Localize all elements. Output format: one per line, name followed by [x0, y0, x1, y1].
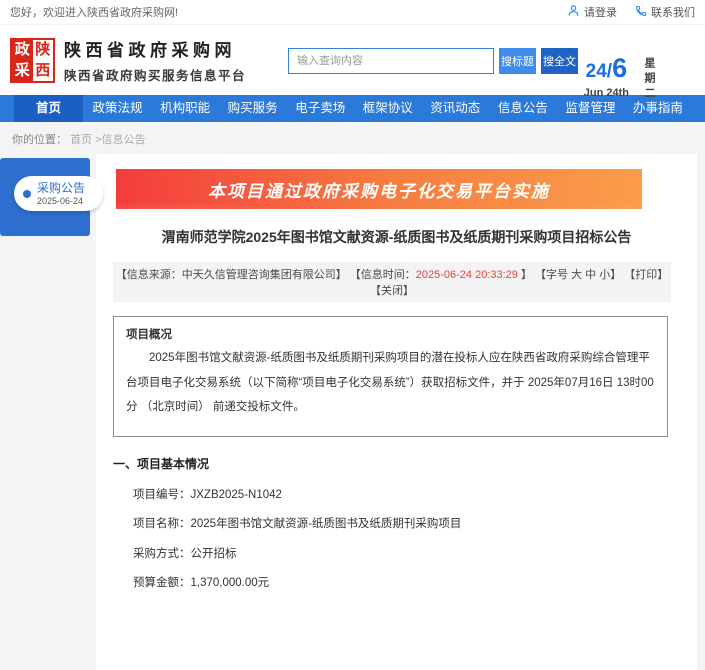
row-budget-amount: 预算金额：1,370,000.00元 — [133, 574, 697, 590]
date-month: 6 — [612, 53, 627, 83]
meta-source: 【信息来源：中天久信管理咨询集团有限公司】 — [116, 269, 347, 281]
sidebar-tag-title: 采购公告 — [37, 181, 85, 195]
main-content: 采购公告 2025-06-24 本项目通过政府采购电子化交易平台实施 渭南师范学… — [0, 154, 705, 670]
welcome-text: 您好，欢迎进入陕西省政府采购网! — [10, 4, 178, 20]
platform-banner: 本项目通过政府采购电子化交易平台实施 — [116, 169, 642, 209]
section-heading-basic-info: 一、项目基本情况 — [113, 455, 697, 472]
breadcrumb-prefix: 你的位置： — [12, 134, 67, 146]
logo-char-bl: 采 — [12, 60, 33, 81]
overview-body: 2025年图书馆文献资源-纸质图书及纸质期刊采购项目的潜在投标人应在陕西省政府采… — [126, 346, 655, 420]
row-value: 1,370,000.00元 — [191, 577, 270, 589]
search-title-button[interactable]: 搜标题 — [499, 48, 536, 74]
date-day-month: 24/6 — [584, 55, 629, 82]
login-link[interactable]: 请登录 — [567, 4, 617, 20]
sidebar-item-procurement-notice[interactable]: 采购公告 2025-06-24 — [14, 176, 103, 211]
site-subtitle: 陕西省政府购买服务信息平台 — [64, 65, 246, 84]
meta-time-value: 2025-06-24 20:33:29 — [416, 269, 518, 281]
contact-label: 联系我们 — [651, 4, 695, 20]
bullet-dot-icon — [23, 190, 31, 198]
nav-item-announcements[interactable]: 信息公告 — [490, 95, 556, 122]
site-title: 陕西省政府采购网 — [64, 36, 246, 61]
nav-item-purchase-services[interactable]: 购买服务 — [220, 95, 286, 122]
date-day: 24 — [586, 61, 607, 82]
nav-item-news[interactable]: 资讯动态 — [422, 95, 488, 122]
row-procurement-method: 采购方式：公开招标 — [133, 545, 697, 561]
meta-fontsize-open: 【字号 — [535, 269, 568, 281]
logo-char-br: 西 — [33, 60, 54, 81]
page: { "topbar": { "welcome": "您好，欢迎进入陕西省政府采购… — [0, 0, 705, 462]
top-utility-bar: 您好，欢迎进入陕西省政府采购网! 请登录 联系我们 — [0, 0, 705, 25]
breadcrumb-home[interactable]: 首页 — [70, 134, 92, 146]
date-weekday: 星期二 — [641, 55, 657, 102]
sidebar-category-box: 采购公告 2025-06-24 — [0, 158, 90, 236]
row-value: JXZB2025-N1042 — [191, 489, 282, 501]
search-fulltext-button[interactable]: 搜全文 — [541, 48, 578, 74]
row-label: 预算金额： — [133, 577, 191, 589]
fontsize-small-button[interactable]: 小 — [599, 269, 610, 281]
row-label: 项目名称： — [133, 518, 191, 530]
meta-time-suffix: 】 — [518, 269, 532, 281]
overview-heading: 项目概况 — [126, 326, 655, 342]
brand-text: 陕西省政府采购网 陕西省政府购买服务信息平台 — [64, 36, 246, 84]
nav-item-home[interactable]: 首页 — [14, 95, 83, 122]
login-label: 请登录 — [584, 4, 617, 20]
date-widget: 24/6 Jun 24th 星期二 — [584, 55, 689, 102]
meta-time-prefix: 【信息时间： — [350, 269, 416, 281]
date-english: Jun 24th — [584, 87, 629, 99]
search-input[interactable] — [288, 48, 494, 74]
banner-text: 本项目通过政府采购电子化交易平台实施 — [208, 177, 550, 202]
basic-info-rows: 项目编号：JXZB2025-N1042 项目名称：2025年图书馆文献资源-纸质… — [133, 486, 697, 591]
article-title: 渭南师范学院2025年图书馆文献资源-纸质图书及纸质期刊采购项目招标公告 — [118, 227, 675, 247]
nav-item-functions[interactable]: 机构职能 — [152, 95, 218, 122]
article-panel: 本项目通过政府采购电子化交易平台实施 渭南师范学院2025年图书馆文献资源-纸质… — [96, 154, 697, 670]
user-icon — [567, 4, 580, 20]
breadcrumb: 你的位置： 首页 >信息公告 — [0, 122, 705, 154]
phone-icon — [635, 5, 647, 20]
breadcrumb-current[interactable]: 信息公告 — [102, 134, 146, 146]
brand[interactable]: 政 陕 采 西 陕西省政府采购网 陕西省政府购买服务信息平台 — [10, 36, 246, 84]
print-button[interactable]: 【打印】 — [624, 269, 668, 281]
nav-item-framework[interactable]: 框架协议 — [355, 95, 421, 122]
row-project-number: 项目编号：JXZB2025-N1042 — [133, 486, 697, 502]
search-area: 搜标题 搜全文 — [288, 48, 578, 74]
nav-item-policy[interactable]: 政策法规 — [85, 95, 151, 122]
project-overview-box: 项目概况 2025年图书馆文献资源-纸质图书及纸质期刊采购项目的潜在投标人应在陕… — [113, 316, 668, 437]
article-meta-bar: 【信息来源：中天久信管理咨询集团有限公司】 【信息时间：2025-06-24 2… — [113, 262, 671, 302]
row-value: 2025年图书馆文献资源-纸质图书及纸质期刊采购项目 — [191, 518, 462, 530]
contact-link[interactable]: 联系我们 — [635, 4, 695, 20]
sidebar-tag-text: 采购公告 2025-06-24 — [37, 181, 85, 205]
nav-item-e-mall[interactable]: 电子卖场 — [287, 95, 353, 122]
row-value: 公开招标 — [191, 548, 237, 560]
fontsize-large-button[interactable]: 大 — [571, 269, 582, 281]
site-logo: 政 陕 采 西 — [10, 38, 55, 83]
date-numeric: 24/6 Jun 24th — [584, 55, 629, 102]
breadcrumb-separator: > — [92, 134, 101, 146]
row-label: 采购方式： — [133, 548, 191, 560]
fontsize-medium-button[interactable]: 中 — [585, 269, 596, 281]
close-button[interactable]: 【关闭】 — [370, 285, 414, 297]
logo-char-tr: 陕 — [33, 40, 54, 61]
site-header: 政 陕 采 西 陕西省政府采购网 陕西省政府购买服务信息平台 搜标题 搜全文 2… — [0, 25, 705, 95]
topbar-links: 请登录 联系我们 — [567, 4, 695, 20]
row-label: 项目编号： — [133, 489, 191, 501]
sidebar-tag-date: 2025-06-24 — [37, 196, 85, 206]
logo-char-tl: 政 — [12, 40, 33, 61]
meta-fontsize-close: 】 — [610, 269, 621, 281]
row-project-name: 项目名称：2025年图书馆文献资源-纸质图书及纸质期刊采购项目 — [133, 515, 697, 531]
